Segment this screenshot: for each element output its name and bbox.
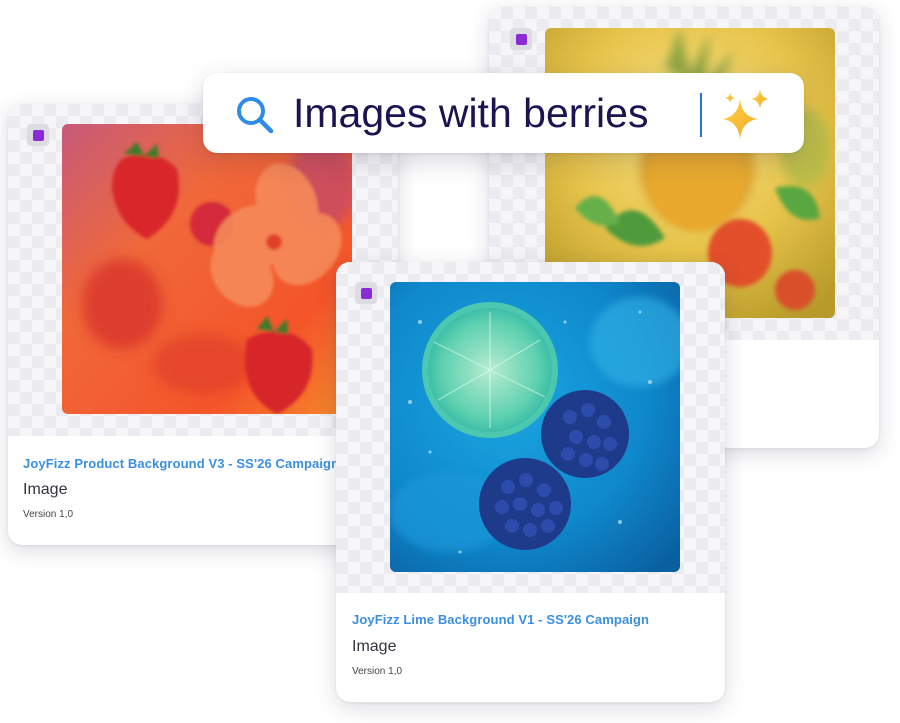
sparkle-icon[interactable]: [716, 85, 776, 145]
asset-card-lime[interactable]: JoyFizz Lime Background V1 - SS'26 Campa…: [336, 262, 725, 702]
lime-blackberry-image: [390, 282, 680, 572]
search-icon[interactable]: [233, 93, 277, 137]
search-bar[interactable]: Images with berries: [203, 73, 804, 153]
select-checkbox[interactable]: [27, 124, 49, 146]
select-checkbox[interactable]: [510, 28, 532, 50]
asset-thumbnail[interactable]: [390, 282, 680, 572]
asset-type-label: Image: [352, 638, 397, 655]
asset-version-label: Version 1,0: [352, 666, 403, 677]
text-cursor: [700, 93, 702, 137]
asset-type-label: Image: [23, 481, 68, 498]
asset-title-link[interactable]: JoyFizz Lime Background V1 - SS'26 Campa…: [352, 612, 649, 627]
asset-thumbnail[interactable]: [62, 124, 352, 414]
search-input[interactable]: Images with berries: [293, 88, 648, 138]
select-checkbox[interactable]: [355, 282, 377, 304]
asset-title-link[interactable]: JoyFizz Product Background V3 - SS'26 Ca…: [23, 456, 339, 471]
strawberry-image: [62, 124, 352, 414]
asset-version-label: Version 1,0: [23, 509, 74, 520]
